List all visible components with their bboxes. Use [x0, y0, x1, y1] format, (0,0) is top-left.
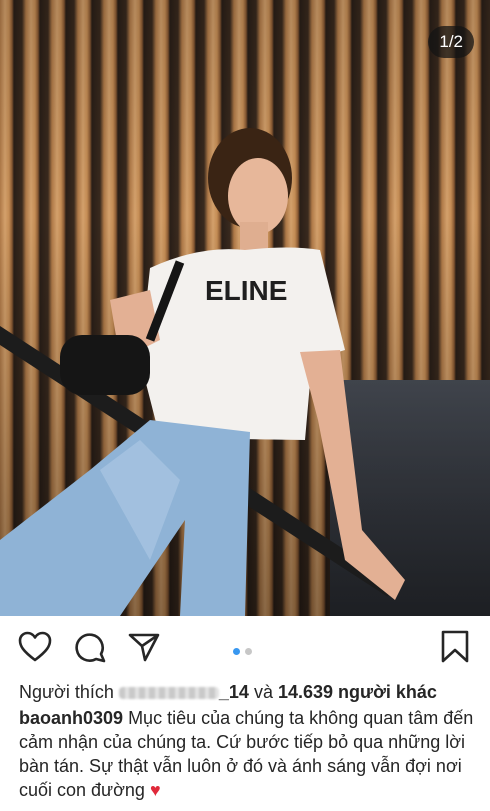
- carousel-dot-active: [233, 648, 240, 655]
- bookmark-icon[interactable]: [440, 630, 470, 664]
- likes-prefix: Người thích: [19, 682, 114, 702]
- likes-line: Người thích _14 và 14.639 người khác: [19, 680, 476, 704]
- likes-count[interactable]: 14.639 người khác: [278, 682, 437, 702]
- caption: baoanh0309 Mục tiêu của chúng ta không q…: [19, 706, 476, 802]
- cut-off-line: . . . . . . . . . . . . . . . . . . .: [19, 802, 449, 811]
- person-figure: ELINE: [0, 128, 405, 616]
- likes-connector: và: [253, 682, 273, 702]
- share-icon[interactable]: [128, 631, 160, 663]
- blurred-username: [118, 687, 219, 700]
- carousel-dot: [245, 648, 252, 655]
- post-photo[interactable]: ELINE 1/2: [0, 0, 490, 616]
- carousel-indicator: [233, 642, 257, 655]
- heart-icon[interactable]: [18, 631, 52, 663]
- image-counter: 1/2: [428, 26, 474, 58]
- shirt-print: ELINE: [205, 275, 287, 306]
- heart-emoji: ♥: [149, 780, 161, 800]
- comment-icon[interactable]: [74, 631, 106, 663]
- likes-user-suffix[interactable]: _14: [219, 682, 249, 702]
- caption-username[interactable]: baoanh0309: [19, 708, 123, 728]
